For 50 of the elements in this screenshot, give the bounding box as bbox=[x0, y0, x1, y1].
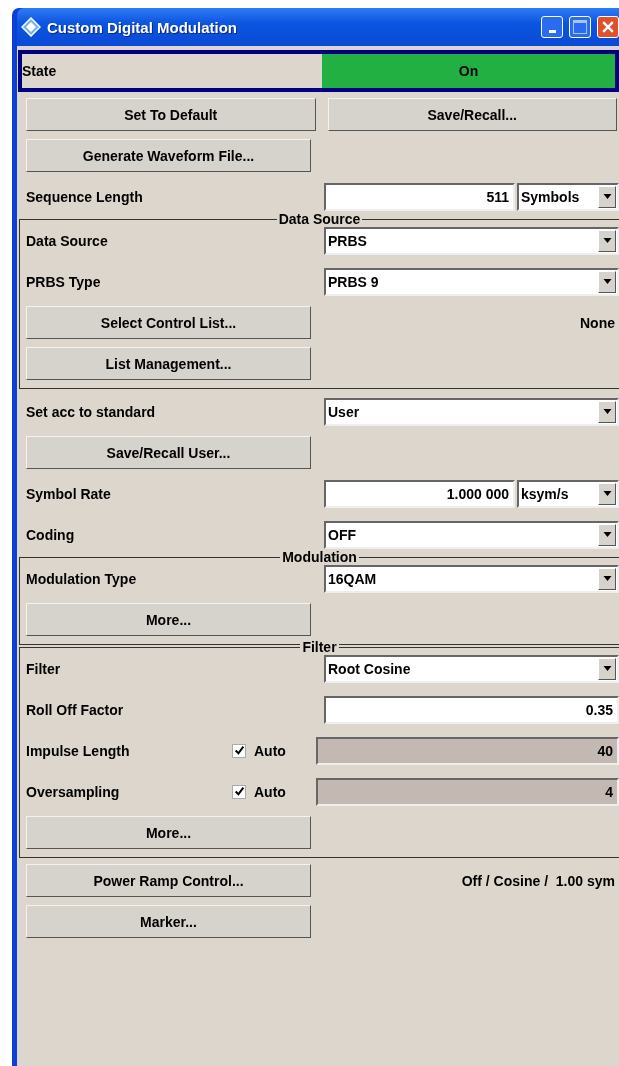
field-label: Data Source bbox=[26, 232, 109, 249]
checkbox[interactable] bbox=[232, 784, 246, 799]
dropdown[interactable]: PRBS 9 bbox=[324, 267, 619, 296]
checkbox[interactable] bbox=[232, 743, 246, 758]
dropdown[interactable]: Root Cosine bbox=[324, 654, 619, 683]
number-field[interactable]: 4 bbox=[316, 777, 619, 806]
field-label: Modulation Type bbox=[26, 570, 138, 587]
field-label: PRBS Type bbox=[26, 273, 102, 290]
state-toggle[interactable]: On bbox=[322, 54, 615, 88]
action-button[interactable]: More... bbox=[26, 816, 311, 849]
field-label: Roll Off Factor bbox=[26, 701, 125, 718]
action-button[interactable]: Select Control List... bbox=[26, 306, 311, 339]
action-button[interactable]: Save/Recall User... bbox=[26, 436, 311, 469]
action-button[interactable]: Set To Default bbox=[26, 98, 316, 131]
diamond-icon bbox=[21, 17, 41, 37]
action-button[interactable]: Power Ramp Control... bbox=[26, 864, 311, 897]
number-field[interactable]: 40 bbox=[316, 736, 619, 765]
dropdown[interactable]: PRBS bbox=[324, 226, 619, 255]
dropdown[interactable]: 16QAM bbox=[324, 564, 619, 593]
maximize-button[interactable] bbox=[569, 16, 591, 38]
status-text: None bbox=[579, 314, 616, 331]
unit-dropdown[interactable]: Symbols bbox=[517, 182, 619, 211]
minimize-button[interactable] bbox=[541, 16, 563, 38]
action-button[interactable]: List Management... bbox=[26, 347, 311, 380]
field-label: Oversampling bbox=[26, 783, 121, 800]
window-title: Custom Digital Modulation bbox=[47, 18, 238, 36]
checkbox-label: Auto bbox=[254, 742, 287, 759]
action-button[interactable]: Marker... bbox=[26, 905, 311, 938]
dropdown[interactable]: OFF bbox=[324, 520, 619, 549]
number-field[interactable]: 1.000 000 bbox=[324, 479, 515, 508]
close-icon[interactable] bbox=[602, 21, 614, 33]
action-button[interactable]: More... bbox=[26, 603, 311, 636]
number-field[interactable]: 0.35 bbox=[324, 695, 619, 724]
field-label: Set acc to standard bbox=[26, 403, 157, 420]
field-label: Sequence Length bbox=[26, 188, 144, 205]
close-button[interactable] bbox=[597, 16, 619, 38]
checkbox-label: Auto bbox=[254, 783, 287, 800]
field-label: Symbol Rate bbox=[26, 485, 112, 502]
field-label: Impulse Length bbox=[26, 742, 131, 759]
number-field[interactable]: 511 bbox=[324, 182, 515, 211]
field-label: Coding bbox=[26, 526, 76, 543]
group-title: Filter bbox=[300, 639, 339, 655]
field-label: Filter bbox=[26, 660, 62, 677]
status-text: Off / Cosine / 1.00 sym bbox=[460, 872, 616, 889]
unit-dropdown[interactable]: ksym/s bbox=[517, 479, 619, 508]
group-title: Modulation bbox=[280, 549, 359, 565]
group-title: Data Source bbox=[276, 211, 363, 227]
action-button[interactable]: Save/Recall... bbox=[327, 98, 617, 131]
dropdown[interactable]: User bbox=[324, 397, 619, 426]
action-button[interactable]: Generate Waveform File... bbox=[26, 139, 311, 172]
